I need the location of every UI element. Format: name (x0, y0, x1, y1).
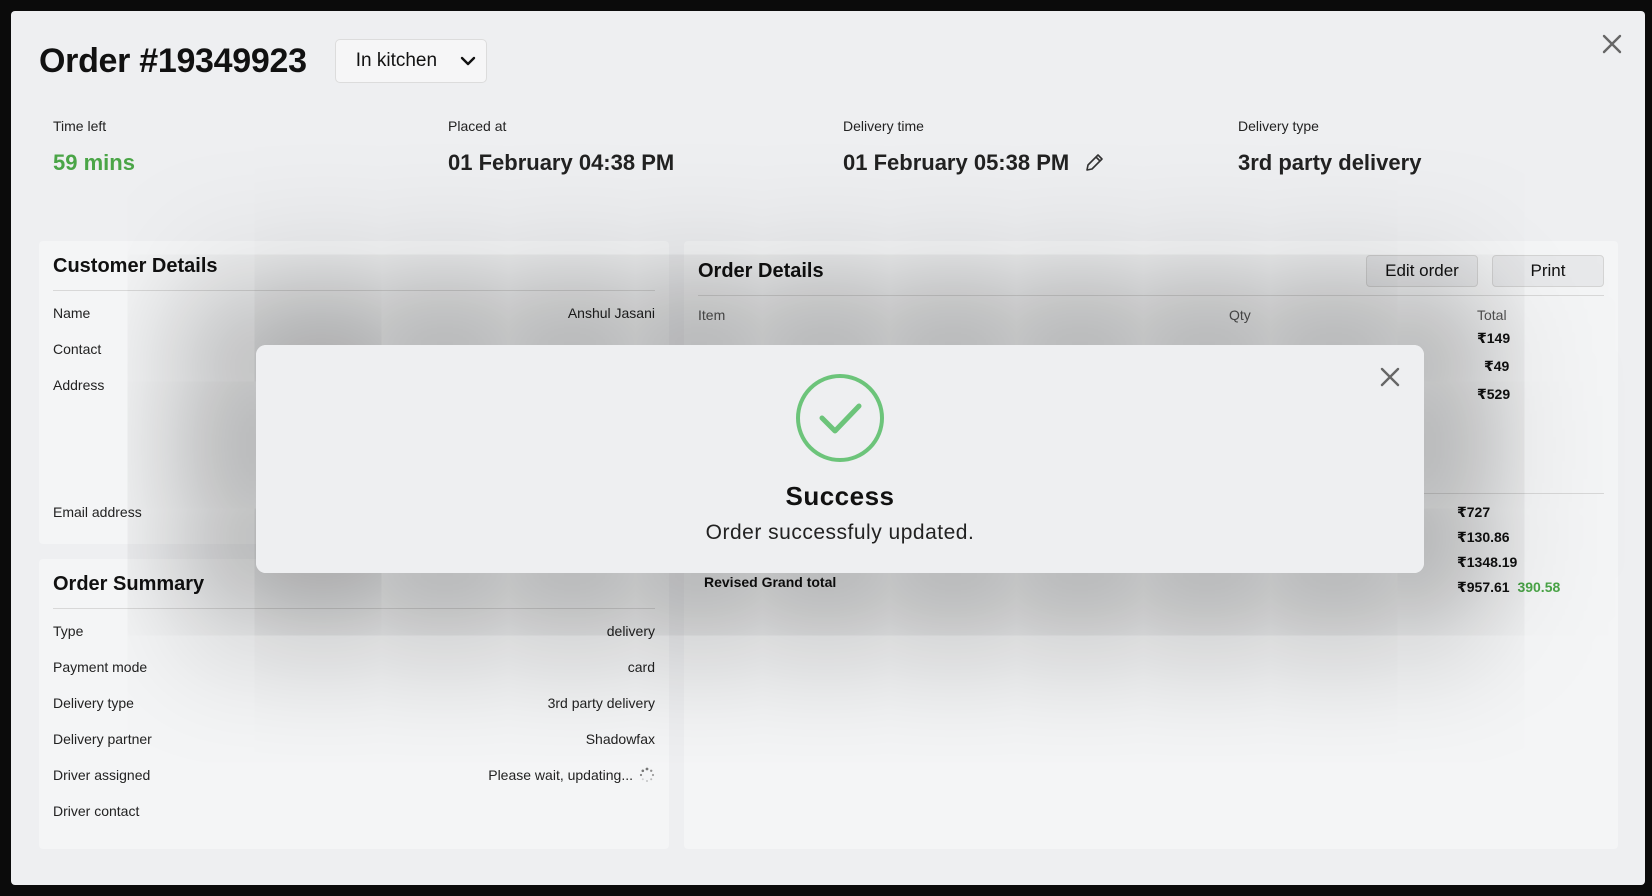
summary-label: Driver assigned (53, 767, 151, 783)
order-status-select[interactable]: In kitchen (334, 39, 487, 83)
delivery-type-value: 3rd party delivery (1238, 150, 1422, 175)
summary-label: Type (53, 623, 84, 639)
placed-at-label: Placed at (448, 118, 507, 134)
summary-value: Shadowfax (585, 731, 655, 747)
summary-value: card (627, 659, 655, 675)
col-qty: Qty (1229, 307, 1251, 323)
order-meta: Time left 59 mins Placed at 01 February … (53, 118, 1633, 176)
order-details-header: Order Details Edit order Print (698, 255, 1604, 296)
summary-row: Type delivery (53, 613, 655, 649)
delivery-time-label: Delivery time (843, 118, 924, 134)
print-button[interactable]: Print (1492, 255, 1604, 287)
placed-at: Placed at 01 February 04:38 PM (448, 118, 843, 176)
delivery-time-value: 01 February 05:38 PM (843, 150, 1070, 175)
delivery-type-label: Delivery type (1238, 118, 1319, 134)
pencil-icon[interactable] (1083, 152, 1105, 174)
revised-grand-total-diff: 390.58 (1517, 579, 1561, 595)
order-status-value: In kitchen (355, 50, 438, 71)
spinner-icon (639, 767, 655, 782)
edit-order-button[interactable]: Edit order (1366, 255, 1478, 287)
time-left-value: 59 mins (53, 150, 135, 175)
driver-status-value: Please wait, updating... (488, 767, 633, 783)
order-details-heading: Order Details (698, 259, 824, 282)
order-summary-heading: Order Summary (53, 573, 655, 609)
chevron-down-icon (460, 56, 475, 66)
total-value: ₹727 (1457, 504, 1491, 520)
item-total: ₹529 (1477, 386, 1511, 402)
summary-value: 3rd party delivery (547, 695, 655, 711)
order-summary-card: Order Summary Type delivery Payment mode… (39, 559, 669, 849)
summary-label: Delivery partner (53, 731, 152, 747)
order-title: Order #19349923 (39, 41, 307, 80)
col-item: Item (698, 307, 726, 323)
close-icon[interactable] (1597, 29, 1627, 59)
total-value: ₹1348.19 (1457, 554, 1518, 570)
summary-label: Delivery type (53, 695, 134, 711)
revised-grand-total-label: Revised Grand total (704, 574, 837, 590)
col-total: Total (1477, 307, 1507, 323)
item-total: ₹149 (1477, 330, 1511, 346)
items-table-header: Item Qty Total (698, 296, 1604, 330)
customer-details-heading: Customer Details (53, 255, 655, 291)
delivery-type: Delivery type 3rd party delivery (1238, 118, 1633, 176)
success-title: Success (785, 481, 895, 511)
customer-name-label: Name (53, 305, 91, 321)
customer-contact-label: Contact (53, 341, 102, 357)
total-value: ₹130.86 (1457, 529, 1510, 545)
summary-label: Payment mode (53, 659, 148, 675)
customer-name-row: Name Anshul Jasani (53, 295, 655, 331)
order-modal-window: Order #19349923 In kitchen Time left 59 … (11, 11, 1645, 885)
customer-email-label: Email address (53, 504, 142, 520)
summary-row: Driver assigned Please wait, updating... (53, 757, 655, 793)
success-message: Order successfuly updated. (705, 521, 975, 544)
summary-value: delivery (606, 623, 655, 639)
delivery-time: Delivery time 01 February 05:38 PM (843, 118, 1238, 176)
success-dialog: Success Order successfuly updated. (256, 345, 1424, 573)
time-left-label: Time left (53, 118, 107, 134)
item-total: ₹49 (1484, 358, 1510, 374)
close-icon[interactable] (1376, 363, 1404, 391)
summary-row: Delivery partner Shadowfax (53, 721, 655, 757)
summary-row: Delivery type 3rd party delivery (53, 685, 655, 721)
summary-row: Driver contact (53, 793, 655, 829)
summary-label: Driver contact (53, 803, 140, 819)
success-check-icon (796, 374, 884, 462)
customer-name-value: Anshul Jasani (567, 305, 655, 321)
order-header: Order #19349923 In kitchen (39, 39, 487, 83)
revised-grand-total-value: ₹957.61 (1457, 579, 1510, 595)
placed-at-value: 01 February 04:38 PM (448, 150, 675, 175)
summary-row: Payment mode card (53, 649, 655, 685)
customer-address-label: Address (53, 377, 105, 393)
time-left: Time left 59 mins (53, 118, 448, 176)
